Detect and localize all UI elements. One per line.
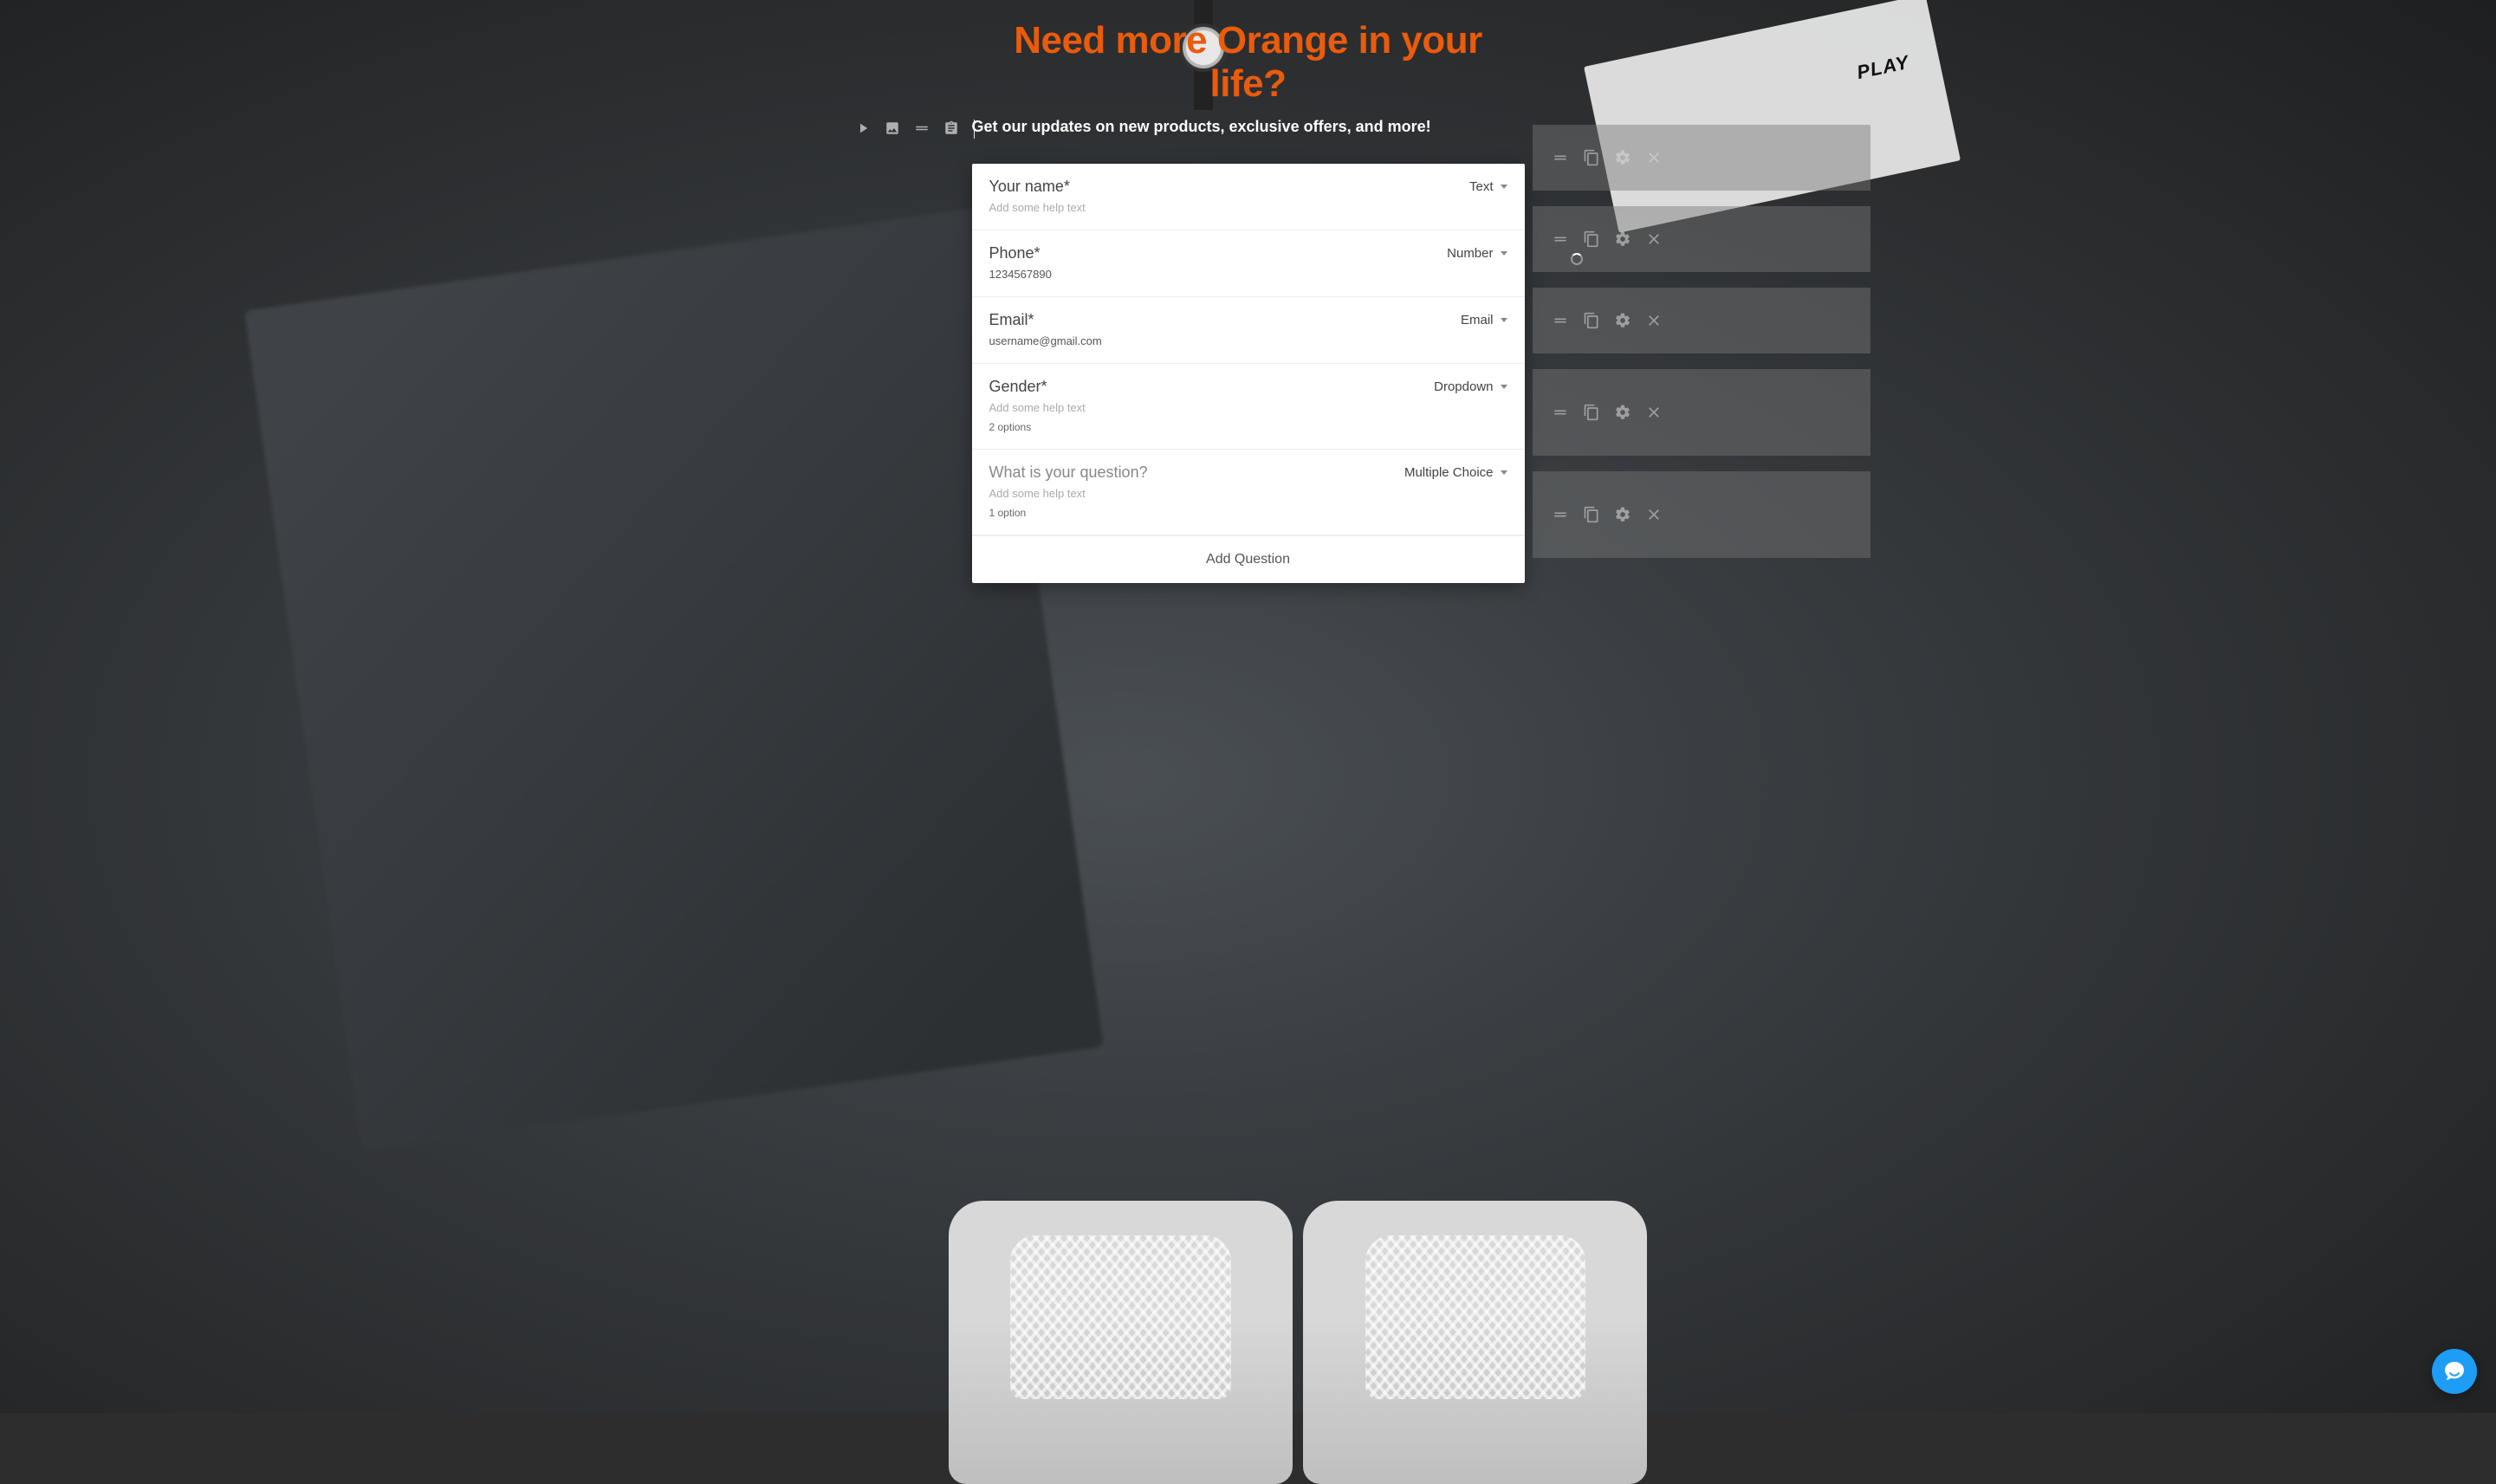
field-actions-row: [1533, 125, 1870, 191]
field-label[interactable]: Your name*: [989, 178, 1070, 196]
field-type-select[interactable]: Dropdown: [1434, 379, 1507, 394]
delete-icon[interactable]: [1645, 230, 1663, 248]
chevron-down-icon: [1501, 385, 1507, 389]
field-meta: 1 option: [989, 507, 1507, 519]
drag-handle-icon[interactable]: [1552, 506, 1569, 523]
field-label[interactable]: Gender*: [989, 378, 1047, 396]
field-type-value: Number: [1447, 246, 1493, 261]
chevron-down-icon: [1501, 318, 1507, 322]
settings-icon[interactable]: [1614, 506, 1631, 523]
chevron-down-icon: [1501, 470, 1507, 475]
field-your-name[interactable]: Your name* Text Add some help text: [972, 164, 1525, 230]
page-subtitle[interactable]: Get our updates on new products, exclusi…: [972, 118, 1525, 136]
field-email[interactable]: Email* Email username@gmail.com: [972, 297, 1525, 364]
field-type-value: Email: [1461, 313, 1494, 327]
form-card: Your name* Text Add some help text Phone…: [972, 164, 1525, 583]
field-type-select[interactable]: Multiple Choice: [1404, 465, 1507, 480]
settings-icon[interactable]: [1614, 149, 1631, 166]
field-label-placeholder[interactable]: What is your question?: [989, 463, 1148, 482]
block-toolbar: [854, 120, 960, 137]
duplicate-icon[interactable]: [1583, 312, 1600, 329]
field-label[interactable]: Phone*: [989, 244, 1041, 262]
toolbar-image-icon[interactable]: [884, 120, 901, 137]
field-type-select[interactable]: Email: [1461, 313, 1507, 327]
field-help-text[interactable]: 1234567890: [989, 268, 1507, 281]
text-cursor: [974, 120, 975, 139]
field-type-select[interactable]: Text: [1469, 179, 1507, 194]
drag-handle-icon[interactable]: [1552, 149, 1569, 166]
field-type-value: Multiple Choice: [1404, 465, 1494, 480]
settings-icon[interactable]: [1614, 312, 1631, 329]
field-help-text[interactable]: Add some help text: [989, 201, 1507, 214]
duplicate-icon[interactable]: [1583, 404, 1600, 421]
delete-icon[interactable]: [1645, 404, 1663, 421]
duplicate-icon[interactable]: [1583, 149, 1600, 166]
delete-icon[interactable]: [1645, 149, 1663, 166]
field-actions-row: [1533, 288, 1870, 353]
field-gender[interactable]: Gender* Dropdown Add some help text 2 op…: [972, 364, 1525, 450]
duplicate-icon[interactable]: [1583, 506, 1600, 523]
field-help-text[interactable]: username@gmail.com: [989, 334, 1507, 347]
field-type-select[interactable]: Number: [1447, 246, 1507, 261]
field-actions-row: [1533, 206, 1870, 272]
field-actions-column: [1533, 125, 1870, 558]
delete-icon[interactable]: [1645, 312, 1663, 329]
chat-icon: [2442, 1359, 2467, 1384]
field-type-value: Text: [1469, 179, 1494, 194]
field-help-text[interactable]: Add some help text: [989, 487, 1507, 500]
delete-icon[interactable]: [1645, 506, 1663, 523]
field-meta: 2 options: [989, 421, 1507, 433]
field-type-value: Dropdown: [1434, 379, 1493, 394]
loading-spinner-icon: [1571, 253, 1583, 265]
field-phone[interactable]: Phone* Number 1234567890: [972, 230, 1525, 297]
field-actions-row: [1533, 369, 1870, 456]
chevron-down-icon: [1501, 185, 1507, 189]
field-new-question[interactable]: What is your question? Multiple Choice A…: [972, 450, 1525, 535]
chat-launcher-button[interactable]: [2432, 1349, 2477, 1394]
page-title[interactable]: Need more Orange in your life?: [972, 19, 1525, 106]
drag-handle-icon[interactable]: [1552, 312, 1569, 329]
toolbar-video-icon[interactable]: [854, 120, 872, 137]
settings-icon[interactable]: [1614, 230, 1631, 248]
settings-icon[interactable]: [1614, 404, 1631, 421]
field-actions-row: [1533, 471, 1870, 558]
field-help-text[interactable]: Add some help text: [989, 401, 1507, 414]
toolbar-form-icon[interactable]: [943, 120, 960, 137]
toolbar-divider-icon[interactable]: [913, 120, 930, 137]
field-label[interactable]: Email*: [989, 311, 1034, 329]
add-question-button[interactable]: Add Question: [972, 535, 1525, 583]
drag-handle-icon[interactable]: [1552, 404, 1569, 421]
drag-handle-icon[interactable]: [1552, 230, 1569, 248]
chevron-down-icon: [1501, 251, 1507, 256]
duplicate-icon[interactable]: [1583, 230, 1600, 248]
